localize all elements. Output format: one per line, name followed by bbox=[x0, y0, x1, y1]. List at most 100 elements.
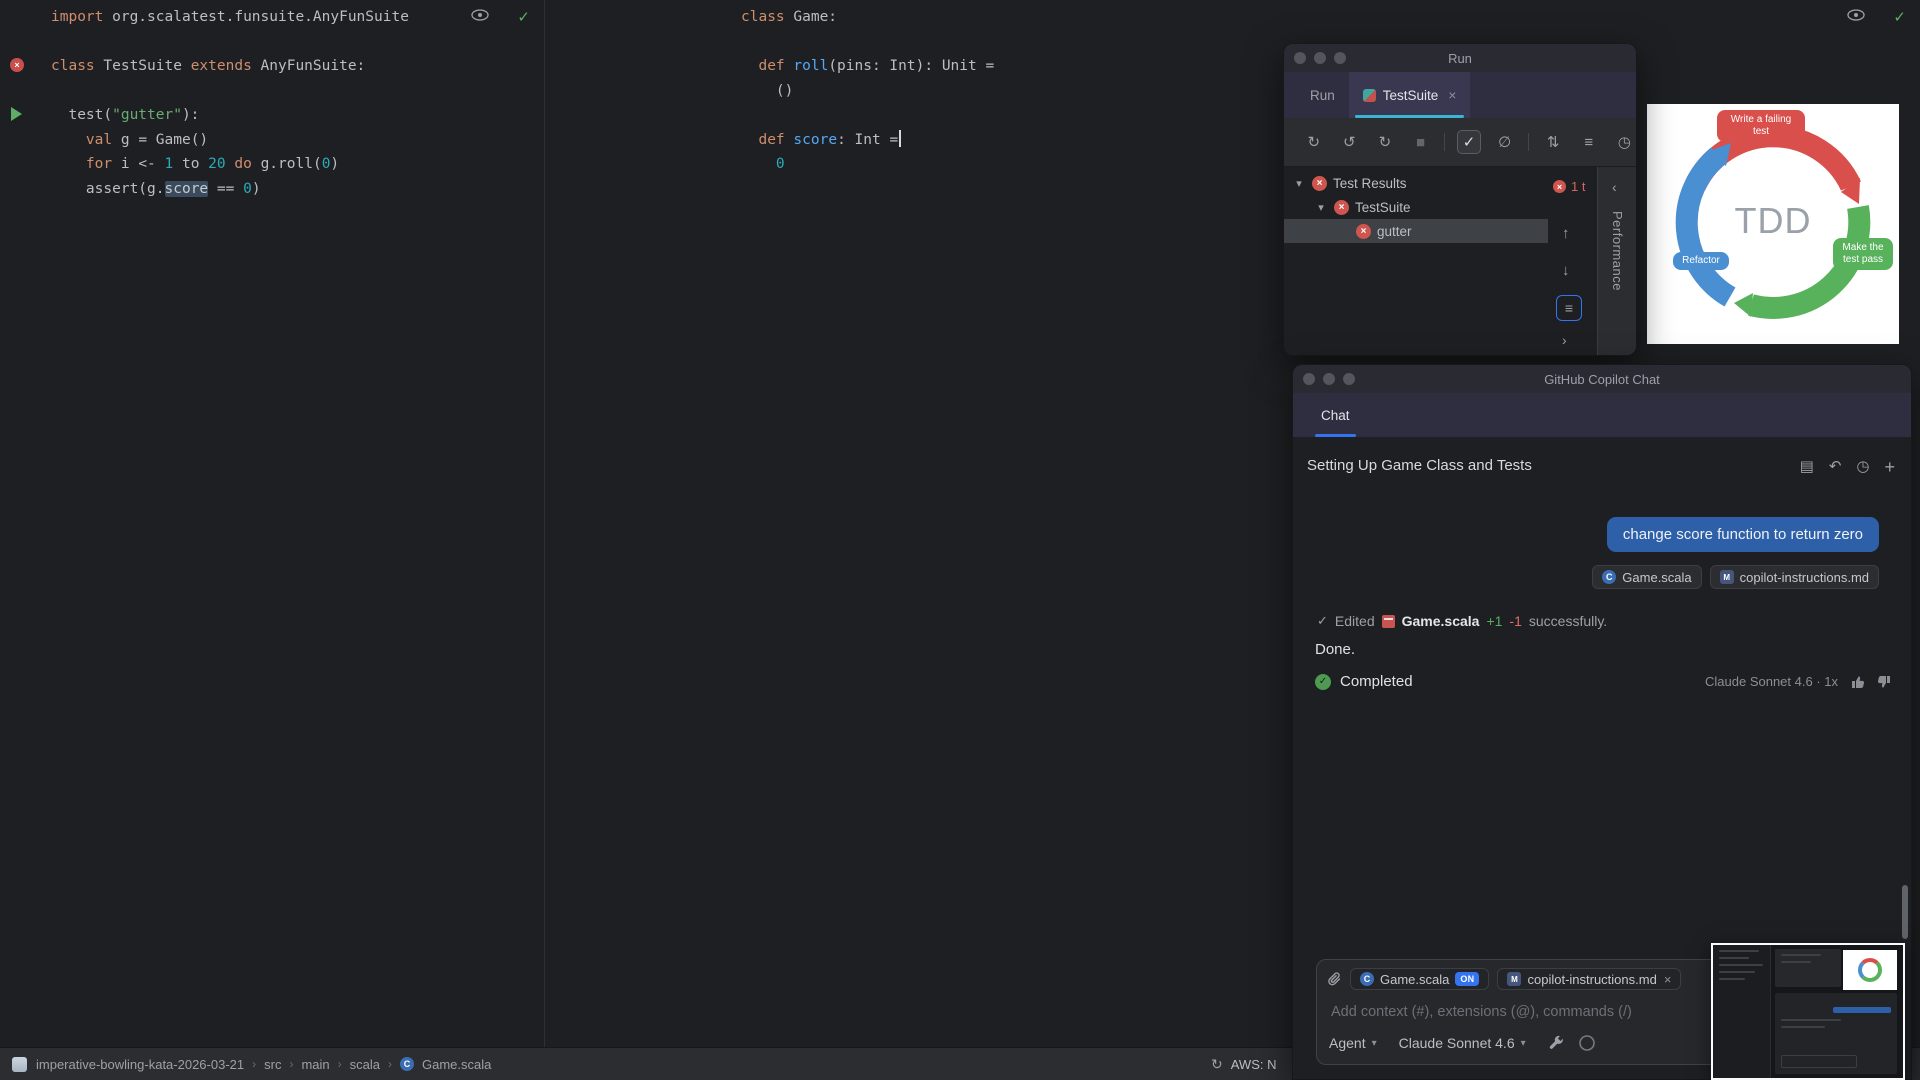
highlighting-eye-icon[interactable] bbox=[471, 8, 489, 26]
file-chip[interactable]: CGame.scala bbox=[1592, 565, 1701, 589]
editor-pane-testsuite[interactable]: × import org.scalatest.funsuite.AnyFunSu… bbox=[0, 0, 545, 1047]
test-tree-item[interactable]: ×gutter bbox=[1284, 219, 1548, 243]
sort-tests-icon[interactable]: ⇅ bbox=[1541, 130, 1565, 154]
chat-tabstrip: Chat bbox=[1293, 393, 1911, 437]
autotest-icon[interactable]: ↻ bbox=[1373, 130, 1397, 154]
breadcrumb-item[interactable]: src bbox=[264, 1057, 281, 1072]
chevron-down-icon: ▾ bbox=[1521, 1038, 1526, 1049]
rerun-icon[interactable]: ↻ bbox=[1302, 130, 1326, 154]
show-passed-icon[interactable]: ✓ bbox=[1457, 130, 1481, 154]
chat-input-placeholder[interactable]: Add context (#), extensions (@), command… bbox=[1331, 1004, 1632, 1020]
breadcrumb-item[interactable]: imperative-bowling-kata-2026-03-21 bbox=[36, 1057, 244, 1072]
scala-file-icon bbox=[1382, 615, 1395, 628]
remove-chip-icon[interactable]: × bbox=[1664, 972, 1672, 987]
scala-file-icon: C bbox=[400, 1057, 414, 1071]
failed-icon: × bbox=[1553, 180, 1566, 193]
context-on-badge[interactable]: ON bbox=[1455, 972, 1479, 986]
file-chip[interactable]: Mcopilot-instructions.md bbox=[1710, 565, 1879, 589]
test-tree-item[interactable]: ▾×Test Results bbox=[1284, 171, 1548, 195]
test-navigation-column: × 1 t ↑ ↓ ≡ › bbox=[1548, 167, 1597, 355]
breadcrumb-item[interactable]: Game.scala bbox=[422, 1057, 491, 1072]
expand-chevron-icon[interactable]: ▾ bbox=[1292, 177, 1306, 190]
thumbs-up-icon[interactable] bbox=[1851, 675, 1865, 689]
zoom-window-button[interactable] bbox=[1343, 373, 1355, 385]
input-action-icons bbox=[1548, 1034, 1596, 1052]
breadcrumb-separator: › bbox=[388, 1057, 392, 1071]
send-button[interactable] bbox=[1578, 1034, 1596, 1052]
window-controls bbox=[1294, 52, 1346, 64]
minimize-window-button[interactable] bbox=[1323, 373, 1335, 385]
close-tab-icon[interactable]: × bbox=[1448, 87, 1456, 103]
new-chat-icon[interactable]: + bbox=[1884, 457, 1895, 478]
sync-icon[interactable]: ↻ bbox=[1211, 1056, 1223, 1073]
screenshot-thumbnail[interactable] bbox=[1711, 943, 1905, 1080]
previous-failed-test-icon[interactable]: ↑ bbox=[1562, 225, 1570, 242]
inspection-widget: ✓ bbox=[1847, 8, 1906, 26]
chat-window-titlebar[interactable]: GitHub Copilot Chat bbox=[1293, 365, 1911, 393]
completed-row: ✓ Completed Claude Sonnet 4.6 · 1x bbox=[1315, 673, 1891, 690]
attach-icon[interactable] bbox=[1327, 972, 1342, 987]
mode-selector[interactable]: Agent ▾ bbox=[1329, 1035, 1377, 1051]
show-ignored-icon[interactable]: ∅ bbox=[1493, 130, 1517, 154]
collapse-chevron-icon[interactable]: ‹ bbox=[1612, 179, 1617, 195]
breadcrumb-item[interactable]: scala bbox=[350, 1057, 380, 1072]
history-icon[interactable]: ◷ bbox=[1856, 457, 1869, 478]
expand-panel-icon[interactable]: › bbox=[1562, 332, 1567, 348]
edit-status-row: ✓ Edited Game.scala +1 -1 successfully. bbox=[1317, 613, 1607, 629]
undo-icon[interactable]: ↶ bbox=[1829, 457, 1842, 478]
completed-label: Completed bbox=[1340, 673, 1413, 690]
next-failed-test-icon[interactable]: ↓ bbox=[1562, 262, 1570, 279]
tab-testsuite[interactable]: TestSuite × bbox=[1349, 72, 1471, 118]
inspections-ok-icon[interactable]: ✓ bbox=[517, 8, 530, 26]
thumbnail-detail bbox=[1713, 945, 1771, 1078]
rerun-failed-icon[interactable]: ↺ bbox=[1338, 130, 1362, 154]
stop-icon[interactable]: ■ bbox=[1409, 130, 1433, 154]
run-test-gutter-icon[interactable] bbox=[11, 107, 22, 121]
test-history-icon[interactable]: ◷ bbox=[1613, 130, 1637, 154]
close-window-button[interactable] bbox=[1294, 52, 1306, 64]
run-window-titlebar[interactable]: Run bbox=[1284, 44, 1636, 72]
scala-class-icon: C bbox=[1360, 972, 1374, 986]
game-code[interactable]: class Game: def roll(pins: Int): Unit = … bbox=[741, 5, 994, 177]
aws-status[interactable]: AWS: N bbox=[1231, 1057, 1277, 1072]
filter-tests-icon[interactable]: ≡ bbox=[1556, 295, 1582, 321]
file-chip[interactable]: Mcopilot-instructions.md× bbox=[1497, 968, 1681, 990]
test-failed-gutter-icon[interactable]: × bbox=[10, 58, 24, 72]
testsuite-code[interactable]: import org.scalatest.funsuite.AnyFunSuit… bbox=[51, 5, 409, 201]
test-tree-item[interactable]: ▾×TestSuite bbox=[1284, 195, 1548, 219]
run-tabstrip: Run TestSuite × bbox=[1284, 72, 1636, 118]
collapse-all-icon[interactable]: ≡ bbox=[1577, 130, 1601, 154]
lines-removed: -1 bbox=[1509, 613, 1521, 629]
tools-icon[interactable] bbox=[1548, 1035, 1564, 1051]
edited-file-name[interactable]: Game.scala bbox=[1402, 613, 1480, 629]
minimize-window-button[interactable] bbox=[1314, 52, 1326, 64]
tab-chat[interactable]: Chat bbox=[1307, 393, 1364, 437]
window-title: GitHub Copilot Chat bbox=[1544, 372, 1660, 387]
inspections-ok-icon[interactable]: ✓ bbox=[1893, 8, 1906, 26]
close-window-button[interactable] bbox=[1303, 373, 1315, 385]
markdown-icon: M bbox=[1720, 570, 1734, 584]
tdd-step-write-failing-test: Write a failing test bbox=[1717, 110, 1805, 142]
scalatest-icon bbox=[1363, 89, 1376, 102]
conversation-actions: ▤ ↶ ◷ + bbox=[1800, 457, 1895, 478]
conversations-icon[interactable]: ▤ bbox=[1800, 457, 1814, 478]
tab-label: Run bbox=[1310, 88, 1335, 103]
project-icon[interactable] bbox=[12, 1057, 27, 1072]
model-selector[interactable]: Claude Sonnet 4.6 ▾ bbox=[1399, 1035, 1526, 1051]
window-controls bbox=[1303, 373, 1355, 385]
file-chip[interactable]: CGame.scalaON bbox=[1350, 968, 1489, 990]
thumbnail-detail bbox=[1775, 993, 1897, 1074]
model-label: Claude Sonnet 4.6 bbox=[1399, 1035, 1515, 1051]
assistant-message: Done. bbox=[1315, 641, 1355, 658]
tab-run[interactable]: Run bbox=[1296, 72, 1349, 118]
thumbs-down-icon[interactable] bbox=[1877, 675, 1891, 689]
test-node-label: Test Results bbox=[1333, 176, 1407, 191]
chat-scrollbar[interactable] bbox=[1902, 885, 1908, 939]
zoom-window-button[interactable] bbox=[1334, 52, 1346, 64]
expand-chevron-icon[interactable]: ▾ bbox=[1314, 201, 1328, 214]
inspection-widget: ✓ bbox=[471, 8, 530, 26]
highlighting-eye-icon[interactable] bbox=[1847, 8, 1865, 26]
test-node-label: TestSuite bbox=[1355, 200, 1411, 215]
performance-tab-label[interactable]: Performance bbox=[1610, 211, 1625, 291]
breadcrumb-item[interactable]: main bbox=[301, 1057, 329, 1072]
